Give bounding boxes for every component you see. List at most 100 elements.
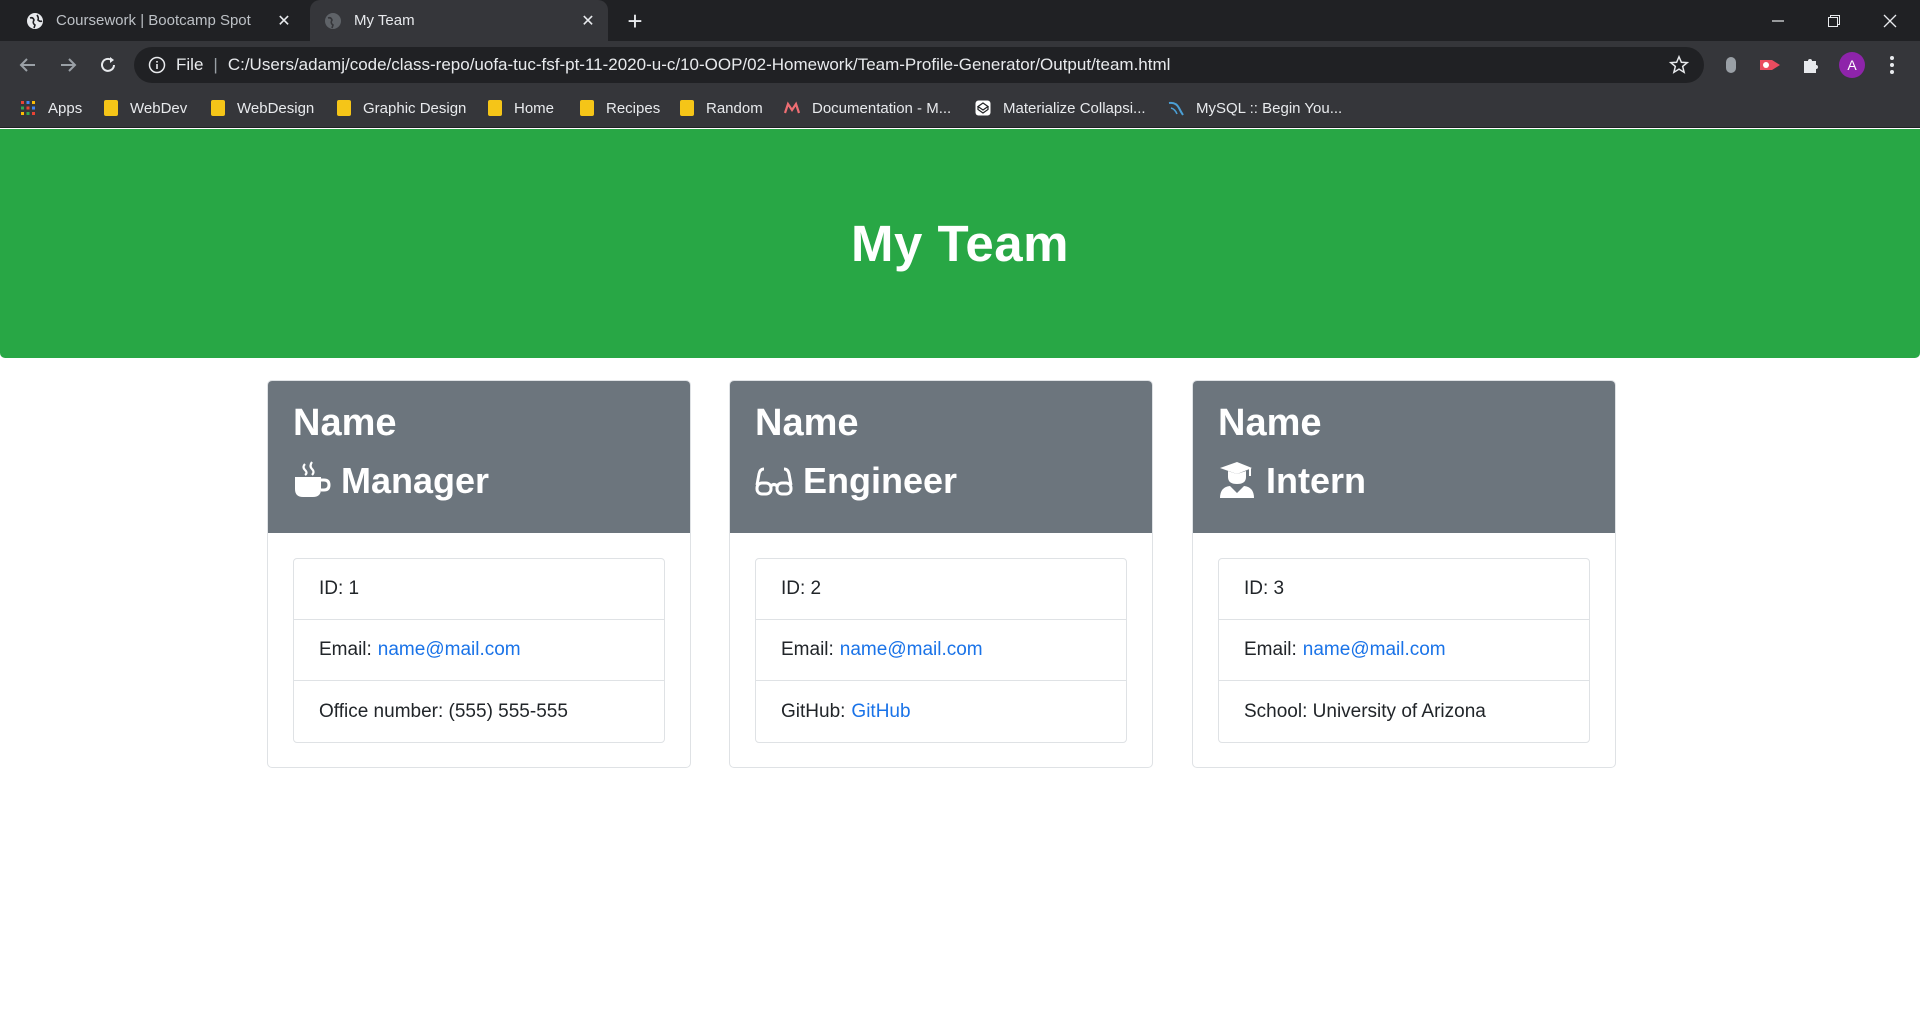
tab-my-team[interactable]: My Team ✕ — [310, 0, 608, 41]
browser-toolbar: File | C:/Users/adamj/code/class-repo/uo… — [0, 41, 1920, 88]
member-id-text: ID: 1 — [319, 578, 360, 599]
reload-button[interactable] — [94, 51, 122, 79]
bookmark-label: Documentation - M... — [812, 99, 952, 117]
member-details-list: ID: 2 Email: name@mail.com GitHub: GitHu… — [755, 558, 1127, 743]
email-link[interactable]: name@mail.com — [378, 639, 521, 661]
page-title: My Team — [851, 215, 1069, 272]
apps-grid-icon — [21, 101, 35, 115]
member-role-label: Manager — [341, 459, 490, 501]
folder-icon — [680, 100, 694, 116]
team-member-card-engineer: Name Engineer ID: 2 Email: name@mail.com… — [729, 380, 1153, 768]
member-id-text: ID: 2 — [781, 578, 822, 599]
member-details-list: ID: 1 Email: name@mail.com Office number… — [293, 558, 665, 743]
bookmark-random[interactable]: Random — [680, 88, 763, 128]
email-link[interactable]: name@mail.com — [840, 639, 983, 661]
arrow-left-icon — [19, 58, 35, 72]
folder-icon — [488, 100, 502, 116]
member-id: ID: 2 — [756, 559, 1126, 620]
folder-icon — [104, 100, 118, 116]
address-bar[interactable]: File | C:/Users/adamj/code/class-repo/uo… — [134, 47, 1704, 83]
folder-icon — [337, 100, 351, 116]
member-email: Email: name@mail.com — [294, 620, 664, 681]
close-icon — [1883, 14, 1897, 27]
info-icon[interactable] — [148, 56, 166, 74]
reload-icon — [101, 57, 115, 72]
team-member-card-intern: Name Intern ID: 3 Email: name@mail.com S… — [1192, 380, 1616, 768]
bookmark-label: Graphic Design — [363, 99, 467, 117]
member-name: Name — [1218, 402, 1322, 444]
folder-icon — [580, 100, 594, 116]
bookmark-webdev[interactable]: WebDev — [104, 88, 187, 128]
tab-title: Coursework | Bootcamp Spot — [56, 12, 251, 29]
bookmark-documentation[interactable]: Documentation - M... — [784, 88, 951, 128]
back-button[interactable] — [14, 51, 42, 79]
forward-button[interactable] — [54, 51, 82, 79]
github-link[interactable]: GitHub — [851, 701, 910, 723]
globe-icon — [27, 12, 43, 29]
extension-record-icon[interactable] — [1758, 53, 1782, 77]
member-id: ID: 1 — [294, 559, 664, 620]
member-name: Name — [755, 402, 859, 444]
bookmark-label: MySQL :: Begin You... — [1196, 99, 1343, 117]
card-header: Name Manager — [268, 381, 690, 533]
card-body: ID: 3 Email: name@mail.com School: Unive… — [1193, 533, 1615, 767]
tab-coursework[interactable]: Coursework | Bootcamp Spot ✕ — [12, 0, 304, 41]
bookmark-label: Home — [514, 99, 555, 117]
bookmark-star-icon[interactable] — [1668, 54, 1690, 76]
bookmark-label: Materialize Collapsi... — [1003, 99, 1146, 117]
graduate-icon — [1220, 462, 1254, 499]
member-details-list: ID: 3 Email: name@mail.com School: Unive… — [1218, 558, 1590, 743]
close-icon[interactable]: ✕ — [578, 11, 598, 31]
profile-avatar[interactable]: A — [1839, 52, 1865, 78]
office-number-text: Office number: (555) 555-555 — [319, 700, 568, 722]
email-label: Email: — [319, 639, 372, 660]
close-icon[interactable]: ✕ — [274, 11, 294, 31]
bookmark-materialize-collapsible[interactable]: Materialize Collapsi... — [975, 88, 1146, 128]
bookmark-recipes[interactable]: Recipes — [580, 88, 660, 128]
team-member-card-manager: Name Manager ID: 1 Email: name@mail.com … — [267, 380, 691, 768]
member-id: ID: 3 — [1219, 559, 1589, 620]
member-role-label: Engineer — [803, 459, 958, 501]
member-role: Manager — [293, 459, 665, 502]
page-header: My Team — [0, 129, 1920, 358]
bookmark-graphic-design[interactable]: Graphic Design — [337, 88, 466, 128]
member-school: School: University of Arizona — [1219, 681, 1589, 742]
bookmark-apps[interactable]: Apps — [20, 88, 82, 128]
extension-mouse-icon[interactable] — [1719, 53, 1743, 77]
card-header: Name Intern — [1193, 381, 1615, 533]
email-label: Email: — [1244, 639, 1297, 660]
member-office-number: Office number: (555) 555-555 — [294, 681, 664, 742]
bookmark-home[interactable]: Home — [488, 88, 554, 128]
bookmark-label: Recipes — [606, 99, 661, 117]
restore-button[interactable] — [1806, 0, 1862, 41]
arrow-right-icon — [61, 58, 77, 72]
glasses-icon — [755, 467, 793, 496]
new-tab-button[interactable]: + — [622, 8, 648, 34]
github-label: GitHub: — [781, 700, 846, 722]
bookmarks-bar: Apps WebDev WebDesign Graphic Design Hom… — [0, 88, 1920, 128]
member-email: Email: name@mail.com — [1219, 620, 1589, 681]
puzzle-icon[interactable] — [1799, 53, 1823, 77]
member-role-label: Intern — [1266, 459, 1367, 501]
mysql-icon — [1168, 101, 1184, 116]
email-link[interactable]: name@mail.com — [1303, 639, 1446, 661]
close-window-button[interactable] — [1862, 0, 1918, 41]
bookmark-webdesign[interactable]: WebDesign — [211, 88, 314, 128]
globe-icon — [325, 12, 341, 29]
member-id-text: ID: 3 — [1244, 578, 1285, 599]
bookmark-label: Apps — [48, 99, 83, 117]
card-body: ID: 2 Email: name@mail.com GitHub: GitHu… — [730, 533, 1152, 767]
bookmark-label: WebDesign — [237, 99, 315, 117]
email-label: Email: — [781, 639, 834, 660]
member-role: Engineer — [755, 459, 1127, 502]
bookmark-label: Random — [706, 99, 763, 117]
url-separator: | — [213, 55, 218, 74]
member-role: Intern — [1218, 459, 1590, 502]
member-email: Email: name@mail.com — [756, 620, 1126, 681]
member-github: GitHub: GitHub — [756, 681, 1126, 742]
card-body: ID: 1 Email: name@mail.com Office number… — [268, 533, 690, 767]
bookmark-mysql[interactable]: MySQL :: Begin You... — [1168, 88, 1342, 128]
minimize-button[interactable] — [1750, 0, 1806, 41]
url-text[interactable]: C:/Users/adamj/code/class-repo/uofa-tuc-… — [228, 55, 1668, 75]
kebab-menu-icon[interactable] — [1880, 53, 1904, 77]
